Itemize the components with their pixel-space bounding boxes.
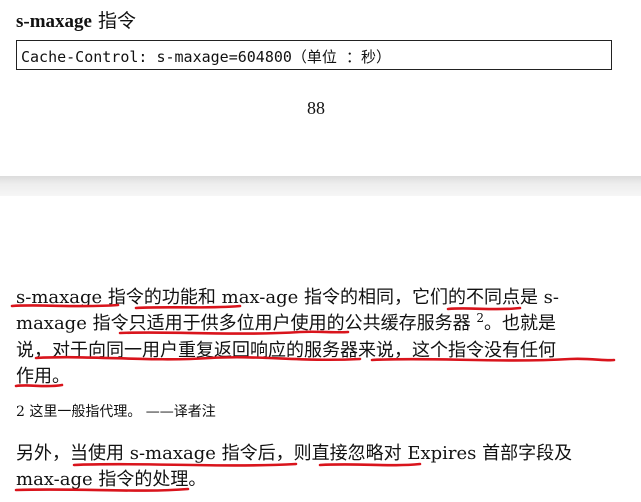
paragraph-1-line-1: s-maxage 指令的功能和 max-age 指令的相同，它们的不同点是 s- xyxy=(16,287,560,308)
paragraph-1-line-4: 作用。 xyxy=(16,366,70,387)
code-line: Cache-Control: s-maxage=604800（单位 ：秒） xyxy=(21,48,391,66)
paragraph-1-line-3: 说，对于向同一用户重复返回响应的服务器来说，这个指令没有任何 xyxy=(16,340,556,361)
paragraph-1: s-maxage 指令的功能和 max-age 指令的相同，它们的不同点是 s-… xyxy=(16,285,616,390)
heading-suffix: 指令 xyxy=(91,10,137,32)
page-separator xyxy=(0,176,641,196)
paragraph-1-line-2: maxage 指令只适用于供多位用户使用的公共缓存服务器 2。也就是 xyxy=(16,311,616,338)
code-box: Cache-Control: s-maxage=604800（单位 ：秒） xyxy=(16,40,612,70)
heading-term: s-maxage xyxy=(16,11,92,32)
paragraph-1-line-2-tail: 。也就是 xyxy=(483,313,556,334)
page-top: s-maxage 指令 Cache-Control: s-maxage=6048… xyxy=(0,0,641,176)
footnote: 2 这里一般指代理。 ——译者注 xyxy=(16,404,216,420)
footnote-ref[interactable]: 2 xyxy=(476,311,484,325)
paragraph-1-line-2-text: maxage 指令只适用于供多位用户使用的公共缓存服务器 xyxy=(16,313,471,334)
paragraph-2-line-2: max-age 指令的处理。 xyxy=(16,469,207,490)
section-heading: s-maxage 指令 xyxy=(16,6,136,33)
paragraph-2-line-1: 另外，当使用 s-maxage 指令后，则直接忽略对 Expires 首部字段及 xyxy=(16,443,573,464)
paragraph-2: 另外，当使用 s-maxage 指令后，则直接忽略对 Expires 首部字段及… xyxy=(16,441,616,493)
page-number: 88 xyxy=(307,98,325,118)
